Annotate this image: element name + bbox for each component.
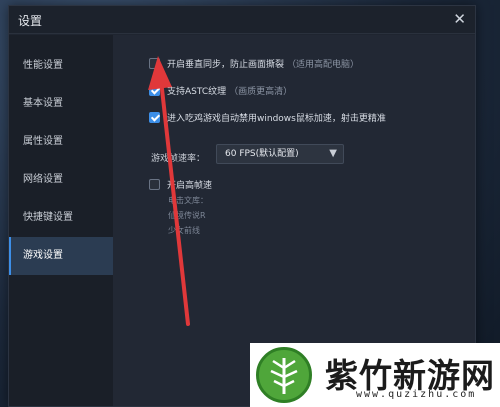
- vsync-checkbox[interactable]: [149, 58, 160, 69]
- fps-label: 游戏帧速率：: [151, 154, 206, 164]
- mouse-accel-label: 进入吃鸡游戏自动禁用windows鼠标加速，射击更精准: [167, 114, 386, 124]
- title-bar: 设置 ✕: [9, 6, 475, 34]
- astc-label: 支持ASTC纹理: [167, 87, 227, 97]
- vsync-hint: （适用高配电脑）: [287, 60, 360, 70]
- high-fps-checkbox[interactable]: [149, 179, 160, 190]
- mouse-accel-checkbox[interactable]: [149, 112, 160, 123]
- high-fps-row: 开启高帧速: [149, 178, 212, 191]
- sidebar: 性能设置 基本设置 属性设置 网络设置 快捷键设置 游戏设置: [9, 35, 113, 406]
- astc-row: 支持ASTC纹理 （画质更高清）: [149, 84, 292, 97]
- vsync-row: 开启垂直同步，防止画面撕裂 （适用高配电脑）: [149, 57, 359, 70]
- sidebar-item-performance[interactable]: 性能设置: [9, 47, 113, 85]
- high-fps-game-1: 电击文库：: [168, 196, 208, 205]
- close-icon[interactable]: ✕: [453, 10, 466, 28]
- mouse-accel-row: 进入吃鸡游戏自动禁用windows鼠标加速，射击更精准: [149, 111, 386, 124]
- window-title: 设置: [18, 14, 43, 28]
- astc-hint: （画质更高清）: [229, 87, 293, 97]
- fps-select[interactable]: 60 FPS(默认配置) ▼: [216, 144, 344, 164]
- sidebar-item-network[interactable]: 网络设置: [9, 161, 113, 199]
- watermark-logo: 紫竹新游网 www.quzizhu.com: [250, 343, 500, 407]
- vsync-label: 开启垂直同步，防止画面撕裂: [167, 60, 285, 70]
- chevron-down-icon: ▼: [329, 148, 337, 159]
- high-fps-game-3: 少女前线: [168, 226, 200, 235]
- sidebar-item-properties[interactable]: 属性设置: [9, 123, 113, 161]
- sidebar-item-shortcuts[interactable]: 快捷键设置: [9, 199, 113, 237]
- high-fps-label: 开启高帧速: [167, 181, 213, 191]
- watermark-url: www.quzizhu.com: [356, 389, 477, 400]
- fps-select-value: 60 FPS(默认配置): [225, 149, 299, 159]
- sidebar-item-basic[interactable]: 基本设置: [9, 85, 113, 123]
- high-fps-game-2: 仙境传说R: [168, 211, 206, 220]
- sidebar-item-game[interactable]: 游戏设置: [9, 237, 113, 275]
- astc-checkbox[interactable]: [149, 85, 160, 96]
- bamboo-logo-icon: [256, 347, 312, 403]
